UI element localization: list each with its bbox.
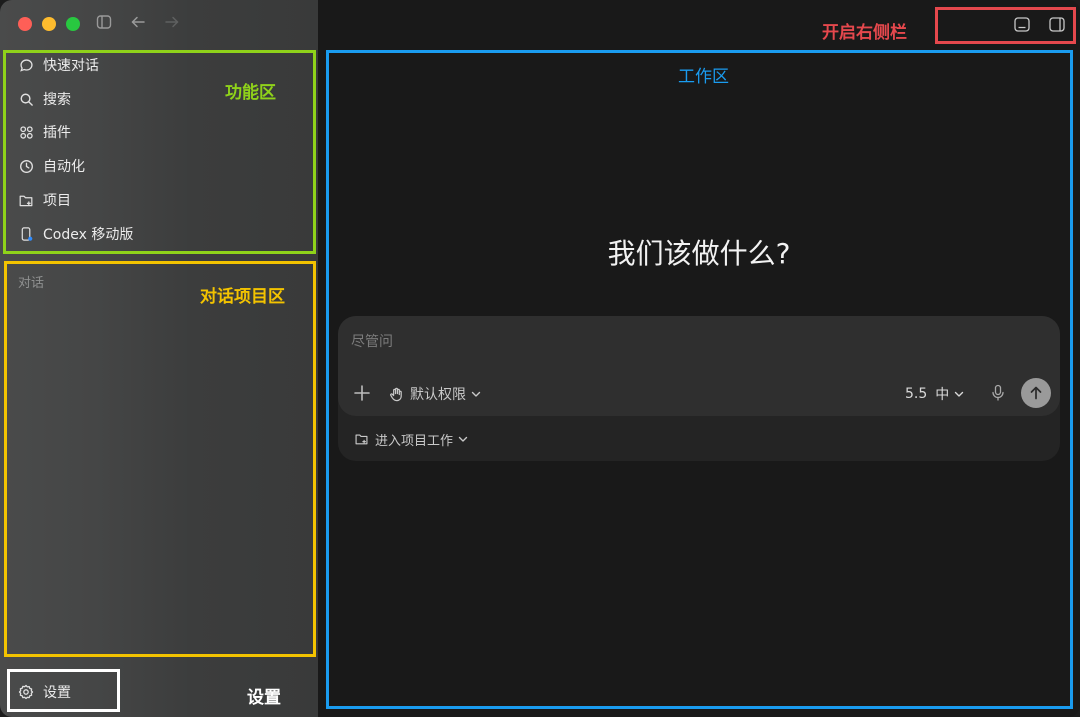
forward-arrow-icon[interactable] (164, 14, 180, 34)
workspace-area-highlight (326, 50, 1073, 709)
functions-area-annotation: 功能区 (225, 83, 276, 103)
minimize-window-button[interactable] (42, 17, 56, 31)
workspace-annotation: 工作区 (678, 67, 729, 87)
conversations-area-highlight (4, 261, 316, 657)
sidebar-toggle-icon[interactable] (96, 14, 112, 34)
app-window: 快速对话 搜索 插件 自动化 项目 Codex 移动版 对话 设置 我们该做什么… (0, 0, 1080, 717)
settings-area-highlight (7, 669, 120, 712)
conversations-area-annotation: 对话项目区 (200, 287, 285, 307)
close-window-button[interactable] (18, 17, 32, 31)
back-arrow-icon[interactable] (130, 14, 146, 34)
right-sidebar-toggle-highlight (935, 7, 1076, 44)
maximize-window-button[interactable] (66, 17, 80, 31)
toggle-right-sidebar-annotation: 开启右侧栏 (822, 23, 907, 43)
settings-annotation: 设置 (247, 688, 281, 708)
